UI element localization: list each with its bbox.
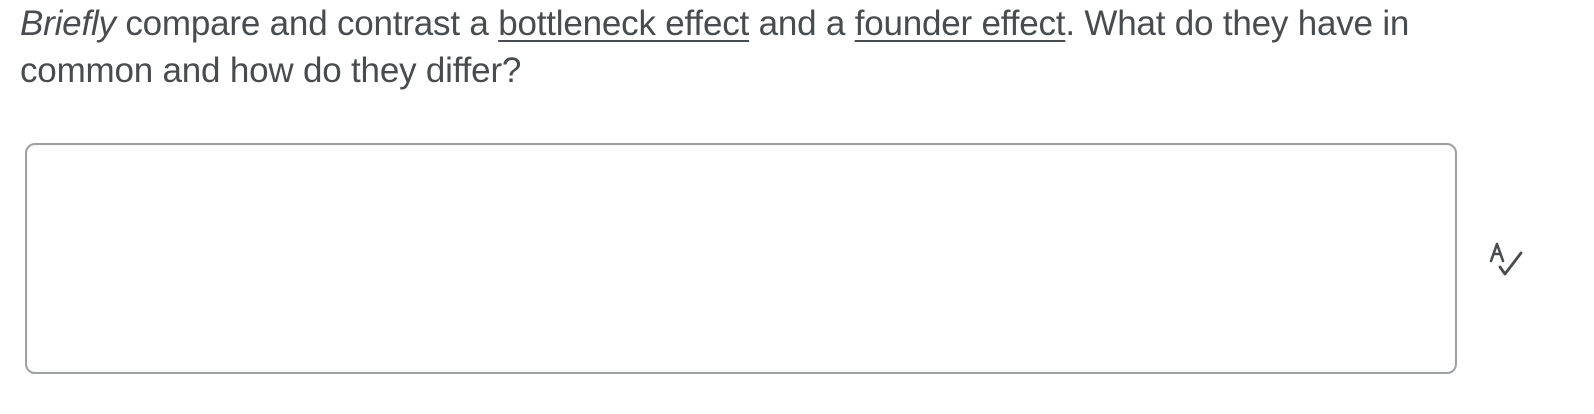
question-prompt: Briefly compare and contrast a bottlenec…: [20, 0, 1480, 94]
answer-textarea[interactable]: [25, 143, 1457, 374]
spellcheck-button[interactable]: [1486, 239, 1526, 279]
term-bottleneck-effect: bottleneck effect: [498, 4, 750, 43]
question-italic-word: Briefly: [20, 4, 116, 43]
term-founder-effect: founder effect: [854, 4, 1066, 43]
question-text-part-1: compare and contrast a: [115, 4, 499, 43]
spellcheck-icon: [1489, 242, 1523, 276]
question-text-part-2: and a: [749, 4, 855, 43]
